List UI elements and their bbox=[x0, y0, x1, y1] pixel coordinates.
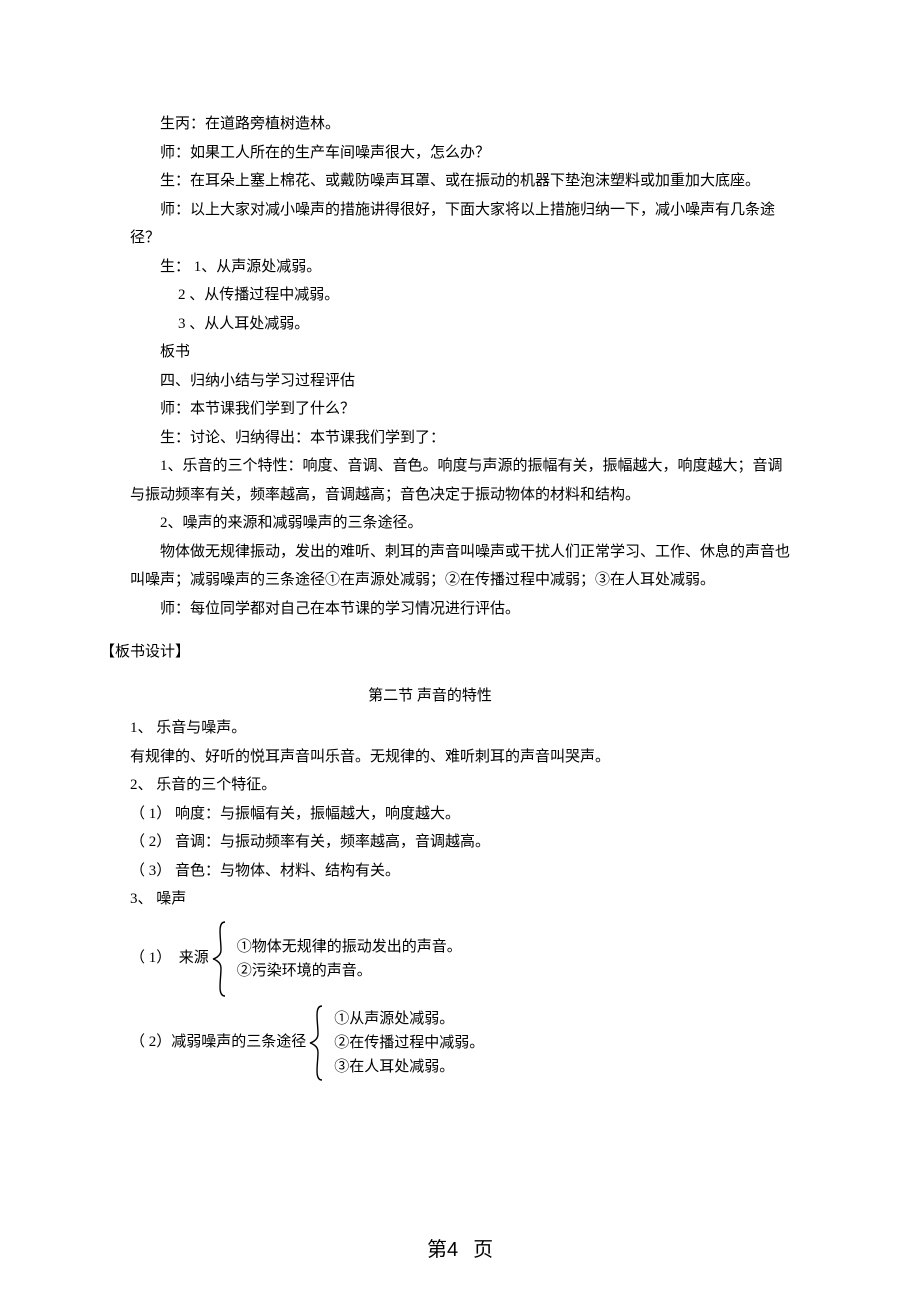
list-item: 3 、从人耳处减弱。 bbox=[130, 310, 790, 339]
bracket-items: ①物体无规律的振动发出的声音。 ②污染环境的声音。 bbox=[231, 935, 462, 983]
dialogue-line: 生： 1、从声源处减弱。 bbox=[130, 253, 790, 282]
outline-item: 有规律的、好听的悦耳声音叫乐音。无规律的、难听刺耳的声音叫哭声。 bbox=[130, 743, 790, 772]
left-brace-icon bbox=[209, 920, 231, 998]
page-number: 4 bbox=[447, 1239, 458, 1261]
outline-subitem: （ 3） 音色：与物体、材料、结构有关。 bbox=[130, 857, 790, 886]
section-heading: 四、归纳小结与学习过程评估 bbox=[130, 367, 790, 396]
dialogue-line: 生：讨论、归纳得出：本节课我们学到了： bbox=[130, 424, 790, 453]
dialogue-line: 师：以上大家对减小噪声的措施讲得很好，下面大家将以上措施归纳一下，减小噪声有几条… bbox=[130, 196, 790, 253]
dialogue-line: 板书 bbox=[130, 338, 790, 367]
bracket-items: ①从声源处减弱。 ②在传播过程中减弱。 ③在人耳处减弱。 bbox=[328, 1007, 484, 1079]
bracket-item: ①从声源处减弱。 bbox=[334, 1007, 484, 1031]
bracket-item: ②污染环境的声音。 bbox=[237, 959, 462, 983]
left-brace-icon bbox=[306, 1004, 328, 1082]
outline-item: 2、 乐音的三个特征。 bbox=[130, 771, 790, 800]
lesson-title: 第二节 声音的特性 bbox=[130, 682, 730, 711]
outline-subitem: （ 1） 响度：与振幅有关，振幅越大，响度越大。 bbox=[130, 800, 790, 829]
dialogue-line: 生丙：在道路旁植树造林。 bbox=[130, 110, 790, 139]
dialogue-line: 师：如果工人所在的生产车间噪声很大，怎么办？ bbox=[130, 139, 790, 168]
list-item: 2 、从传播过程中减弱。 bbox=[130, 281, 790, 310]
board-outline: 1、 乐音与噪声。 有规律的、好听的悦耳声音叫乐音。无规律的、难听刺耳的声音叫哭… bbox=[130, 714, 790, 1082]
dialogue-line: 师：每位同学都对自己在本节课的学习情况进行评估。 bbox=[130, 595, 790, 624]
summary-point: 2、噪声的来源和减弱噪声的三条途径。 bbox=[130, 509, 790, 538]
summary-point: 1、乐音的三个特性：响度、音调、音色。响度与声源的振幅有关，振幅越大，响度越大；… bbox=[130, 452, 790, 509]
footer-suffix: 页 bbox=[473, 1239, 493, 1261]
bracket-item: ①物体无规律的振动发出的声音。 bbox=[237, 935, 462, 959]
footer-prefix: 第 bbox=[427, 1239, 447, 1261]
page-footer: 第4 页 bbox=[0, 1231, 920, 1269]
board-design-label: 【板书设计】 bbox=[100, 638, 790, 667]
bracket-label: （ 2）减弱噪声的三条途径 bbox=[130, 1028, 306, 1057]
bracket-label: （ 1） 来源 bbox=[130, 944, 209, 973]
document-page: 生丙：在道路旁植树造林。 师：如果工人所在的生产车间噪声很大，怎么办？ 生：在耳… bbox=[0, 0, 920, 1303]
outline-item: 1、 乐音与噪声。 bbox=[130, 714, 790, 743]
summary-point: 物体做无规律振动，发出的难听、刺耳的声音叫噪声或干扰人们正常学习、工作、休息的声… bbox=[130, 538, 790, 595]
outline-subitem: （ 2） 音调：与振动频率有关，频率越高，音调越高。 bbox=[130, 828, 790, 857]
bracket-item: ③在人耳处减弱。 bbox=[334, 1055, 484, 1079]
bracket-item: ②在传播过程中减弱。 bbox=[334, 1031, 484, 1055]
bracket-source: （ 1） 来源 ①物体无规律的振动发出的声音。 ②污染环境的声音。 bbox=[130, 920, 790, 998]
bracket-paths: （ 2）减弱噪声的三条途径 ①从声源处减弱。 ②在传播过程中减弱。 ③在人耳处减… bbox=[130, 1004, 790, 1082]
dialogue-line: 生：在耳朵上塞上棉花、或戴防噪声耳罩、或在振动的机器下垫泡沫塑料或加重加大底座。 bbox=[130, 167, 790, 196]
dialogue-line: 师：本节课我们学到了什么？ bbox=[130, 395, 790, 424]
outline-item: 3、 噪声 bbox=[130, 885, 790, 914]
